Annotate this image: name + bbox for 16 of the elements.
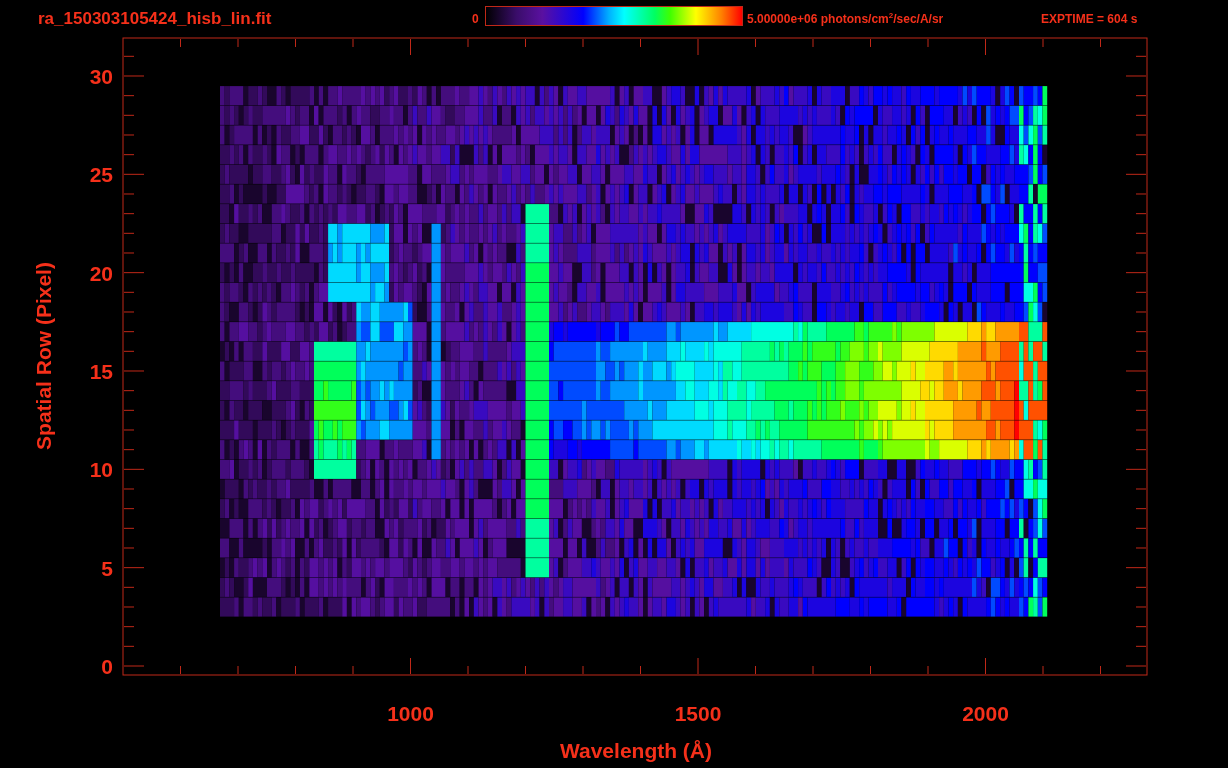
y-tick-label: 0: [101, 655, 113, 678]
y-tick-label: 10: [89, 458, 113, 482]
y-axis-title: Spatial Row (Pixel): [32, 262, 55, 450]
x-tick-label: 1500: [674, 702, 722, 725]
y-tick-label: 30: [89, 65, 113, 88]
y-tick-label: 25: [89, 163, 113, 187]
colorbar-max-label: 5.00000e+06 photons/cm$^{2}$/sec/A/sr: [746, 11, 944, 26]
colorbar-min-label: 0: [472, 11, 480, 26]
y-tick-label: 15: [89, 360, 113, 383]
x-tick-label: 2000: [962, 702, 1009, 725]
plot-title: ra_150303105424_hisb_lin.fit: [37, 8, 272, 29]
x-axis-title: Wavelength (Å): [559, 739, 713, 762]
x-tick-label: 1000: [387, 702, 434, 725]
y-tick-label: 20: [89, 261, 113, 285]
y-tick-label: 5: [101, 556, 113, 580]
exposure-time: EXPTIME = 604 s: [1041, 11, 1138, 26]
